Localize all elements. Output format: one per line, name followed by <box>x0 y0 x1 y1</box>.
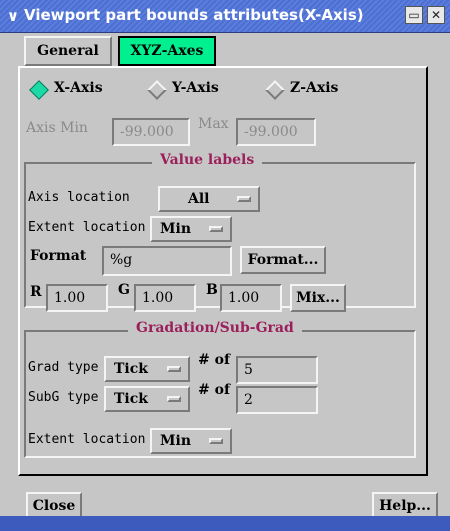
axis-max-value: -99.000 <box>244 124 298 140</box>
grad-type-select[interactable]: Tick <box>104 356 190 382</box>
subg-count-field[interactable]: 2 <box>236 386 318 414</box>
window-bottom-edge <box>0 516 450 531</box>
extent-location-label: Extent location <box>28 220 146 235</box>
subg-type-value: Tick <box>114 391 148 407</box>
window-title: Viewport part bounds attributes(X-Axis) <box>24 6 364 24</box>
tab-xyz-axes-label: XYZ-Axes <box>130 43 204 59</box>
tab-panel: X-Axis Y-Axis Z-Axis Axis Min -99.000 Ma… <box>18 66 428 476</box>
b-value: 1.00 <box>228 290 260 306</box>
format-button-label: Format... <box>247 252 319 268</box>
grad-extent-location-label: Extent location <box>28 432 146 447</box>
tab-general-label: General <box>37 43 99 59</box>
minimize-button[interactable]: ▭ <box>405 6 423 24</box>
b-label: B <box>206 282 218 298</box>
subg-count-label: # of <box>198 382 230 398</box>
axis-location-label: Axis location <box>28 190 130 205</box>
grad-type-label: Grad type <box>28 360 99 375</box>
mix-button-label: Mix... <box>296 290 340 306</box>
tab-xyz-axes[interactable]: XYZ-Axes <box>118 36 216 66</box>
axis-max-field[interactable]: -99.000 <box>236 118 316 146</box>
chevron-down-icon[interactable]: ∨ <box>4 7 22 25</box>
format-label: Format <box>30 248 87 264</box>
radio-x-axis-label[interactable]: X-Axis <box>54 80 103 96</box>
grad-count-field[interactable]: 5 <box>236 356 318 384</box>
axis-min-label: Axis Min <box>26 120 88 136</box>
format-value: %g <box>110 252 133 268</box>
grad-extent-location-select[interactable]: Min <box>150 428 232 454</box>
subg-count-value: 2 <box>244 392 253 408</box>
option-menu-indicator-icon <box>167 366 181 372</box>
option-menu-indicator-icon <box>167 396 181 402</box>
gradation-title: Gradation/Sub-Grad <box>128 320 302 336</box>
title-bar[interactable]: ∨ Viewport part bounds attributes(X-Axis… <box>0 0 450 33</box>
radio-z-axis-label[interactable]: Z-Axis <box>290 80 338 96</box>
grad-type-value: Tick <box>114 361 148 377</box>
option-menu-indicator-icon <box>209 226 223 232</box>
format-button[interactable]: Format... <box>240 246 326 274</box>
radio-y-axis-indicator[interactable] <box>147 80 167 100</box>
grad-count-label: # of <box>198 352 230 368</box>
g-value: 1.00 <box>142 290 174 306</box>
mix-button[interactable]: Mix... <box>290 284 346 312</box>
g-field[interactable]: 1.00 <box>134 284 196 312</box>
value-labels-title: Value labels <box>152 152 263 168</box>
dialog-window: ∨ Viewport part bounds attributes(X-Axis… <box>0 0 450 531</box>
radio-x-axis-indicator[interactable] <box>29 80 49 100</box>
radio-y-axis-label[interactable]: Y-Axis <box>172 80 219 96</box>
grad-extent-location-value: Min <box>160 433 191 449</box>
r-field[interactable]: 1.00 <box>46 284 108 312</box>
close-window-button[interactable]: ✕ <box>427 6 445 24</box>
extent-location-value: Min <box>160 221 191 237</box>
close-button-label: Close <box>32 498 76 514</box>
axis-max-label: Max <box>198 116 229 132</box>
help-button-label: Help... <box>379 498 431 514</box>
r-label: R <box>30 284 42 300</box>
b-field[interactable]: 1.00 <box>220 284 282 312</box>
option-menu-indicator-icon <box>237 196 251 202</box>
subg-type-select[interactable]: Tick <box>104 386 190 412</box>
option-menu-indicator-icon <box>209 438 223 444</box>
radio-z-axis-indicator[interactable] <box>265 80 285 100</box>
g-label: G <box>118 282 130 298</box>
axis-location-value: All <box>188 191 210 207</box>
axis-min-field[interactable]: -99.000 <box>112 118 190 146</box>
axis-location-select[interactable]: All <box>158 186 260 212</box>
format-field[interactable]: %g <box>102 246 232 276</box>
axis-min-value: -99.000 <box>120 124 174 140</box>
subg-type-label: SubG type <box>28 390 99 405</box>
grad-count-value: 5 <box>244 362 253 378</box>
tab-general[interactable]: General <box>24 36 112 66</box>
r-value: 1.00 <box>54 290 86 306</box>
extent-location-select[interactable]: Min <box>150 216 232 242</box>
